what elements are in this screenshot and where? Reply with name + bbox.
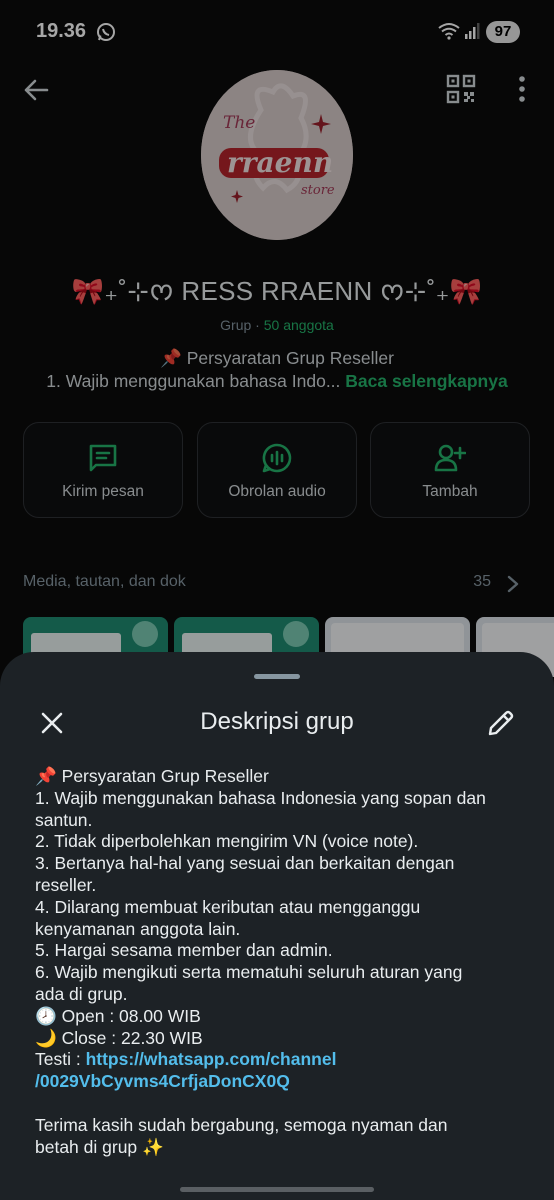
desc-line: 5. Hargai sesama member dan admin. bbox=[35, 940, 333, 961]
desc-line: 4. Dilarang membuat keributan atau mengg… bbox=[35, 896, 421, 917]
desc-line: kenyamanan anggota lain. bbox=[35, 918, 241, 939]
home-indicator[interactable] bbox=[180, 1187, 374, 1192]
desc-line: 📌 Persyaratan Grup Reseller bbox=[35, 766, 269, 786]
edit-pencil-icon[interactable] bbox=[486, 708, 516, 738]
description-text: 📌 Persyaratan Grup Reseller 1. Wajib men… bbox=[35, 766, 525, 1158]
desc-line: 6. Wajib mengikuti serta mematuhi seluru… bbox=[35, 962, 463, 983]
testi-label: Testi : bbox=[35, 1049, 86, 1070]
desc-line: /0029VbCyvms4CrfjaDonCX0Q bbox=[35, 1071, 525, 1093]
desc-line: 3. Bertanya hal-hal yang sesuai dan berk… bbox=[35, 853, 455, 874]
desc-line: 🌙 Close : 22.30 WIB bbox=[35, 1027, 203, 1048]
group-description-sheet: Deskripsi grup 📌 Persyaratan Grup Resell… bbox=[0, 652, 554, 1200]
desc-line: Testi : https://whatsapp.com/channel bbox=[35, 1049, 525, 1071]
desc-line: 1. Wajib menggunakan bahasa Indonesia ya… bbox=[35, 787, 486, 808]
desc-line: Terima kasih sudah bergabung, semoga nya… bbox=[35, 1114, 448, 1135]
desc-line: reseller. bbox=[35, 874, 97, 895]
desc-line: 🕗 Open : 08.00 WIB bbox=[35, 1005, 201, 1026]
desc-line: ada di grup. bbox=[35, 983, 128, 1004]
desc-line: 2. Tidak diperbolehkan mengirim VN (voic… bbox=[35, 831, 419, 852]
channel-link[interactable]: https://whatsapp.com/channel bbox=[86, 1049, 337, 1069]
sheet-title: Deskripsi grup bbox=[200, 708, 354, 735]
desc-line: santun. bbox=[35, 809, 93, 830]
dim-overlay[interactable] bbox=[0, 0, 554, 680]
channel-link-cont[interactable]: /0029VbCyvms4CrfjaDonCX0Q bbox=[35, 1071, 290, 1091]
drag-handle[interactable] bbox=[254, 674, 300, 679]
desc-line: betah di grup ✨ bbox=[35, 1136, 164, 1157]
